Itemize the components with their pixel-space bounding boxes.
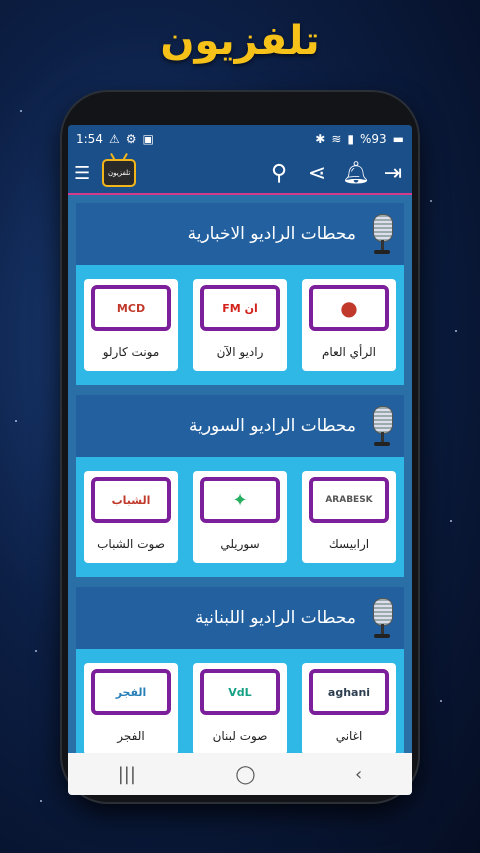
station-name: سوريلي xyxy=(220,537,260,551)
bell-icon[interactable]: 🔔︎ xyxy=(342,161,370,186)
station-logo: ✦ xyxy=(200,477,280,523)
station-logo: ARABESK xyxy=(309,477,389,523)
app-logo-text: تلفزيون xyxy=(107,169,131,177)
app-logo: تلفزيون xyxy=(102,159,137,187)
station-name: راديو الآن xyxy=(216,345,264,359)
notification-icon: ⚠ xyxy=(108,132,120,146)
station-card[interactable]: الفجر الفجر xyxy=(84,663,178,755)
microphone-icon xyxy=(370,598,394,638)
app-bar: ☰ تلفزيون ⚲ ⋖ 🔔︎ ⇥ xyxy=(68,153,412,195)
promo-title: تلفزيون xyxy=(160,18,320,64)
settings-icon: ⚙ xyxy=(125,132,137,146)
section-header: محطات الراديو الاخبارية xyxy=(76,203,404,265)
status-time: 1:54 xyxy=(76,132,103,146)
station-name: صوت لبنان xyxy=(212,729,268,743)
station-grid: الشباب صوت الشباب ✦ سوريلي ARABESK ارابي… xyxy=(76,457,404,577)
station-name: الرأي العام xyxy=(321,345,377,359)
microphone-icon xyxy=(370,406,394,446)
station-card[interactable]: ✦ سوريلي xyxy=(193,471,287,563)
station-logo: VdL xyxy=(200,669,280,715)
wifi-icon: ≋ xyxy=(331,132,342,146)
share-icon[interactable]: ⋖ xyxy=(304,161,330,186)
station-logo: الفجر xyxy=(91,669,171,715)
station-grid: الفجر الفجر VdL صوت لبنان aghani اغاني xyxy=(76,649,404,769)
section-title: محطات الراديو السورية xyxy=(188,416,356,436)
home-icon[interactable]: ◯ xyxy=(235,764,255,785)
station-card[interactable]: ARABESK ارابيسك xyxy=(302,471,396,563)
station-card[interactable]: ● الرأي العام xyxy=(302,279,396,371)
station-name: اغاني xyxy=(335,729,363,743)
station-name: ارابيسك xyxy=(328,537,370,551)
station-name: مونت كارلو xyxy=(102,345,160,359)
section-header: محطات الراديو اللبنانية xyxy=(76,587,404,649)
station-card[interactable]: MCD مونت كارلو xyxy=(84,279,178,371)
section-title: محطات الراديو الاخبارية xyxy=(187,224,356,244)
signal-icon: ▮ xyxy=(347,132,354,146)
station-card[interactable]: aghani اغاني xyxy=(302,663,396,755)
station-logo: MCD xyxy=(91,285,171,331)
section-header: محطات الراديو السورية xyxy=(76,395,404,457)
station-card[interactable]: VdL صوت لبنان xyxy=(193,663,287,755)
recent-apps-icon[interactable]: ||| xyxy=(118,764,136,785)
station-card[interactable]: FM ان راديو الآن xyxy=(193,279,287,371)
search-icon[interactable]: ⚲ xyxy=(266,161,292,186)
battery-icon: ▬ xyxy=(392,132,404,146)
station-name: صوت الشباب xyxy=(97,537,165,551)
section-title: محطات الراديو اللبنانية xyxy=(194,608,356,628)
exit-icon[interactable]: ⇥ xyxy=(380,161,406,186)
back-icon[interactable]: ‹ xyxy=(355,764,362,785)
microphone-icon xyxy=(370,214,394,254)
section-syrian-radio: محطات الراديو السورية الشباب صوت الشباب … xyxy=(76,395,404,577)
section-lebanese-radio: محطات الراديو اللبنانية الفجر الفجر VdL … xyxy=(76,587,404,769)
station-logo: aghani xyxy=(309,669,389,715)
station-logo: ● xyxy=(309,285,389,331)
station-logo: FM ان xyxy=(200,285,280,331)
system-nav-bar: ||| ◯ ‹ xyxy=(68,753,412,795)
status-bar: 1:54 ⚠ ⚙ ▣ ✱ ≋ ▮ %93 ▬ xyxy=(68,125,412,153)
image-icon: ▣ xyxy=(142,132,154,146)
bluetooth-icon: ✱ xyxy=(315,132,326,146)
app-screen: 1:54 ⚠ ⚙ ▣ ✱ ≋ ▮ %93 ▬ ☰ تلفزيون ⚲ ⋖ 🔔︎ … xyxy=(68,125,412,795)
menu-icon[interactable]: ☰ xyxy=(74,163,90,184)
station-card[interactable]: الشباب صوت الشباب xyxy=(84,471,178,563)
station-name: الفجر xyxy=(117,729,145,743)
section-news-radio: محطات الراديو الاخبارية MCD مونت كارلو F… xyxy=(76,203,404,385)
station-grid: MCD مونت كارلو FM ان راديو الآن ● الرأي … xyxy=(76,265,404,385)
battery-level: %93 xyxy=(359,132,387,146)
station-logo: الشباب xyxy=(91,477,171,523)
